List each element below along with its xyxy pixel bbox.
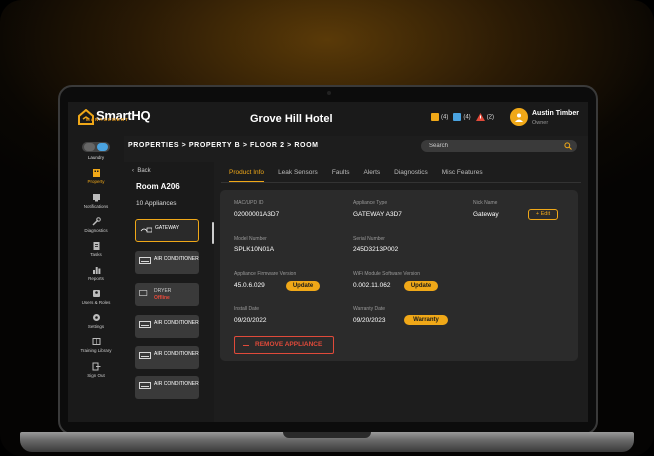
- mac-label: MAC/UPD ID: [234, 200, 264, 206]
- serial-label: Serial Number: [353, 236, 385, 242]
- user-name[interactable]: Austin Timber: [532, 110, 579, 117]
- model-label: Model Number: [234, 236, 267, 242]
- warning-icon: [475, 113, 485, 121]
- sidebar-item-notifications[interactable]: Notifications: [68, 193, 124, 209]
- ac-icon: [139, 257, 151, 264]
- appliance-card-ac[interactable]: AIR CONDITIONER: [135, 251, 199, 274]
- alerts-badge[interactable]: (2): [475, 113, 494, 121]
- serial-value: 245D3213P002: [353, 246, 399, 253]
- ac-icon: [139, 352, 151, 359]
- wifi-module-value: 0.002.11.062: [353, 282, 391, 289]
- gear-icon: [92, 314, 100, 321]
- mac-value: 02000001A3D7: [234, 211, 280, 218]
- firmware-update-button[interactable]: Update: [286, 281, 320, 291]
- app-screen: SmartHQ MANAGEMENT Grove Hill Hotel (4) …: [68, 102, 588, 422]
- warranty-date-value: 09/20/2023: [353, 317, 386, 324]
- list-scrollbar[interactable]: [212, 222, 214, 244]
- top-header: SmartHQ MANAGEMENT Grove Hill Hotel (4) …: [68, 102, 588, 136]
- tasks-badge[interactable]: (4): [431, 113, 448, 121]
- tab-misc-features[interactable]: Misc Features: [442, 169, 483, 182]
- remove-appliance-button[interactable]: REMOVE APPLIANCE: [234, 336, 334, 354]
- clipboard-icon: [431, 113, 439, 121]
- product-info-card: MAC/UPD ID 02000001A3D7 Appliance Type G…: [220, 190, 578, 361]
- search-input[interactable]: [429, 141, 559, 151]
- sidebar-item-users[interactable]: Users & Roles: [68, 289, 124, 305]
- tasks-icon: [93, 242, 99, 250]
- laundry-label: Laundry: [87, 155, 105, 160]
- logo-subtitle: MANAGEMENT: [86, 117, 129, 122]
- users-icon: [92, 290, 100, 297]
- signout-icon: [92, 362, 100, 371]
- book-icon: [92, 338, 100, 345]
- appliance-card-ac[interactable]: AIR CONDITIONER: [135, 346, 199, 369]
- search-icon[interactable]: [564, 142, 572, 150]
- sidebar-item-tasks[interactable]: Tasks: [68, 241, 124, 257]
- sidebar-item-signout[interactable]: Sign Out: [68, 362, 124, 378]
- install-date-value: 09/20/2022: [234, 317, 267, 324]
- messages-badge[interactable]: (4): [453, 113, 471, 121]
- type-label: Appliance Type: [353, 200, 388, 206]
- laptop-notch: [283, 432, 371, 438]
- building-icon: [92, 169, 100, 177]
- hotel-name: Grove Hill Hotel: [250, 113, 333, 125]
- nickname-value: Gateway: [473, 211, 499, 218]
- breadcrumb[interactable]: PROPERTIES > PROPERTY B > FLOOR 2 > ROOM: [128, 142, 319, 149]
- warranty-date-label: Warranty Date: [353, 306, 386, 312]
- model-value: SPLK10N01A: [234, 246, 275, 253]
- user-role: Owner: [532, 120, 549, 126]
- firmware-value: 45.0.6.029: [234, 282, 265, 289]
- room-title: Room A206: [136, 182, 180, 191]
- user-icon: [515, 113, 523, 122]
- tab-product-info[interactable]: Product Info: [229, 169, 265, 182]
- offline-status: Offline: [154, 295, 170, 301]
- detail-tabs: Product Info Leak Sensors Faults Alerts …: [229, 169, 483, 182]
- type-value: GATEWAY A3D7: [353, 211, 402, 218]
- chart-icon: [92, 267, 100, 274]
- firmware-label: Appliance Firmware Version: [234, 271, 297, 277]
- avatar[interactable]: [510, 108, 528, 126]
- tab-diagnostics[interactable]: Diagnostics: [394, 169, 428, 182]
- sidebar-item-training[interactable]: Training Library: [68, 337, 124, 353]
- appliance-card-ac[interactable]: AIR CONDITIONER: [135, 376, 199, 399]
- laundry-toggle[interactable]: [82, 142, 110, 152]
- tab-leak-sensors[interactable]: Leak Sensors: [278, 169, 318, 182]
- sidebar-item-property[interactable]: Property: [68, 168, 124, 184]
- edit-nickname-button[interactable]: + Edit: [528, 209, 558, 220]
- bell-icon: [92, 194, 100, 202]
- laptop-lid: SmartHQ MANAGEMENT Grove Hill Hotel (4) …: [58, 85, 598, 435]
- tab-alerts[interactable]: Alerts: [364, 169, 381, 182]
- dryer-icon: [139, 290, 148, 296]
- ac-icon: [139, 382, 151, 389]
- back-button[interactable]: ‹ Back: [132, 168, 151, 174]
- message-icon: [453, 113, 462, 121]
- sidebar: Laundry Property Notifications Diagnosti…: [68, 136, 124, 422]
- tab-divider: [221, 182, 581, 183]
- appliance-count: 10 Appliances: [136, 200, 177, 207]
- sidebar-item-reports[interactable]: Reports: [68, 265, 124, 281]
- search-box[interactable]: [421, 140, 577, 152]
- wifi-module-label: WiFi Module Software Version: [353, 271, 420, 277]
- wifi-update-button[interactable]: Update: [404, 281, 438, 291]
- notification-badges: (4) (4) (2): [431, 113, 494, 121]
- appliance-card-ac[interactable]: AIR CONDITIONER: [135, 315, 199, 338]
- wrench-icon: [91, 217, 101, 226]
- minus-icon: [243, 345, 249, 346]
- warranty-button[interactable]: Warranty: [404, 315, 448, 325]
- sidebar-item-diagnostics[interactable]: Diagnostics: [68, 217, 124, 233]
- nickname-label: Nick Name: [473, 200, 498, 206]
- sidebar-item-settings[interactable]: Settings: [68, 313, 124, 329]
- camera: [327, 91, 331, 95]
- wifi-icon: [140, 227, 152, 233]
- ac-icon: [139, 321, 151, 328]
- install-date-label: Install Date: [234, 306, 260, 312]
- appliance-card-gateway[interactable]: GATEWAY: [135, 219, 199, 242]
- chevron-left-icon: ‹: [132, 168, 134, 174]
- tab-faults[interactable]: Faults: [332, 169, 350, 182]
- appliance-card-dryer[interactable]: DRYER Offline: [135, 283, 199, 306]
- appliance-list-panel: ‹ Back Room A206 10 Appliances GATEWAY A…: [124, 162, 214, 422]
